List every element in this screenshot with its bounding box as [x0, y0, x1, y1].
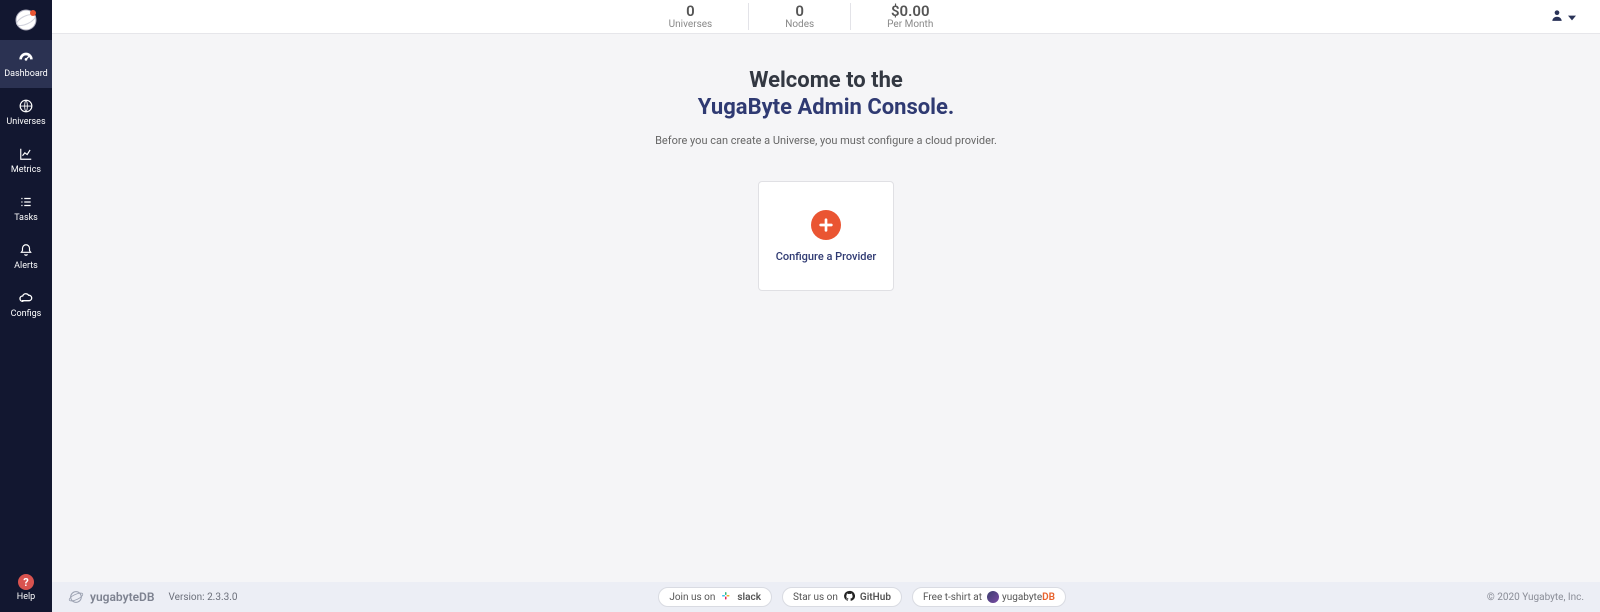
stat-nodes: 0 Nodes	[749, 3, 851, 31]
sidebar-bottom: ? Help	[0, 568, 52, 612]
sidebar: Dashboard Universes Metrics Tasks Alerts	[0, 0, 52, 612]
github-prefix: Star us on	[793, 592, 838, 603]
github-icon	[843, 590, 855, 605]
sidebar-item-dashboard[interactable]: Dashboard	[0, 40, 52, 88]
bell-icon	[19, 242, 33, 258]
sidebar-item-tasks[interactable]: Tasks	[0, 184, 52, 232]
footer-brand: yugabyteDB	[68, 589, 155, 605]
globe-icon	[19, 98, 33, 114]
tshirt-prefix: Free t-shirt at	[923, 592, 982, 603]
chart-line-icon	[19, 146, 33, 162]
slack-link[interactable]: Join us on slack	[658, 587, 772, 607]
stat-value: 0	[669, 3, 713, 20]
welcome-subtext: Before you can create a Universe, you mu…	[655, 134, 997, 147]
user-icon	[1550, 7, 1564, 26]
footer-copyright: © 2020 Yugabyte, Inc.	[1487, 592, 1584, 603]
footer-left: yugabyteDB Version: 2.3.3.0	[68, 589, 237, 605]
caret-down-icon	[1568, 7, 1576, 26]
sidebar-item-configs[interactable]: Configs	[0, 280, 52, 328]
footer-version: Version: 2.3.3.0	[169, 592, 238, 603]
sidebar-item-metrics[interactable]: Metrics	[0, 136, 52, 184]
topbar-stats: 0 Universes 0 Nodes $0.00 Per Month	[52, 3, 1550, 31]
footer-brand-text: yugabyteDB	[90, 590, 155, 604]
tshirt-link[interactable]: Free t-shirt at yugabyteDB	[912, 587, 1066, 607]
main-content: Welcome to the YugaByte Admin Console. B…	[52, 34, 1600, 582]
stat-cost: $0.00 Per Month	[851, 3, 969, 31]
brand-logo[interactable]	[0, 0, 52, 40]
sidebar-item-label: Alerts	[14, 261, 38, 271]
stat-label: Nodes	[785, 19, 814, 30]
footer-center: Join us on slack Star us on GitHub Free …	[237, 587, 1486, 607]
tshirt-brand-b: DB	[1042, 592, 1055, 603]
sidebar-nav: Dashboard Universes Metrics Tasks Alerts	[0, 40, 52, 568]
footer: yugabyteDB Version: 2.3.3.0 Join us on s…	[52, 582, 1600, 612]
sidebar-item-label: Help	[17, 592, 35, 602]
sidebar-item-label: Configs	[11, 309, 42, 319]
slack-icon	[720, 590, 732, 605]
plus-circle-icon	[811, 210, 841, 240]
sidebar-item-label: Tasks	[14, 213, 38, 223]
welcome-heading-line2: YugaByte Admin Console.	[698, 95, 955, 120]
sidebar-item-label: Universes	[6, 117, 45, 127]
cloud-icon	[18, 290, 34, 306]
list-icon	[19, 194, 33, 210]
stat-value: $0.00	[887, 3, 933, 20]
stat-label: Universes	[669, 19, 713, 30]
stat-value: 0	[785, 3, 814, 20]
github-link[interactable]: Star us on GitHub	[782, 587, 902, 607]
planet-icon	[68, 589, 84, 605]
yugabyte-logo-icon: yugabyteDB	[987, 591, 1055, 603]
help-icon: ?	[18, 574, 34, 590]
tshirt-brand-a: yugabyte	[1002, 592, 1042, 603]
github-label: GitHub	[860, 592, 891, 603]
logo-icon	[14, 8, 38, 32]
dashboard-icon	[18, 50, 34, 66]
topbar: 0 Universes 0 Nodes $0.00 Per Month	[52, 0, 1600, 34]
sidebar-item-label: Dashboard	[4, 69, 48, 79]
slack-label: slack	[737, 592, 761, 603]
user-menu[interactable]	[1550, 7, 1600, 26]
welcome-heading-line1: Welcome to the	[749, 68, 903, 93]
configure-provider-card[interactable]: Configure a Provider	[758, 181, 894, 291]
sidebar-item-help[interactable]: ? Help	[0, 568, 52, 608]
card-label: Configure a Provider	[776, 250, 877, 263]
stat-universes: 0 Universes	[633, 3, 750, 31]
sidebar-item-label: Metrics	[11, 165, 41, 175]
slack-prefix: Join us on	[669, 592, 715, 603]
stat-label: Per Month	[887, 19, 933, 30]
sidebar-item-alerts[interactable]: Alerts	[0, 232, 52, 280]
sidebar-item-universes[interactable]: Universes	[0, 88, 52, 136]
